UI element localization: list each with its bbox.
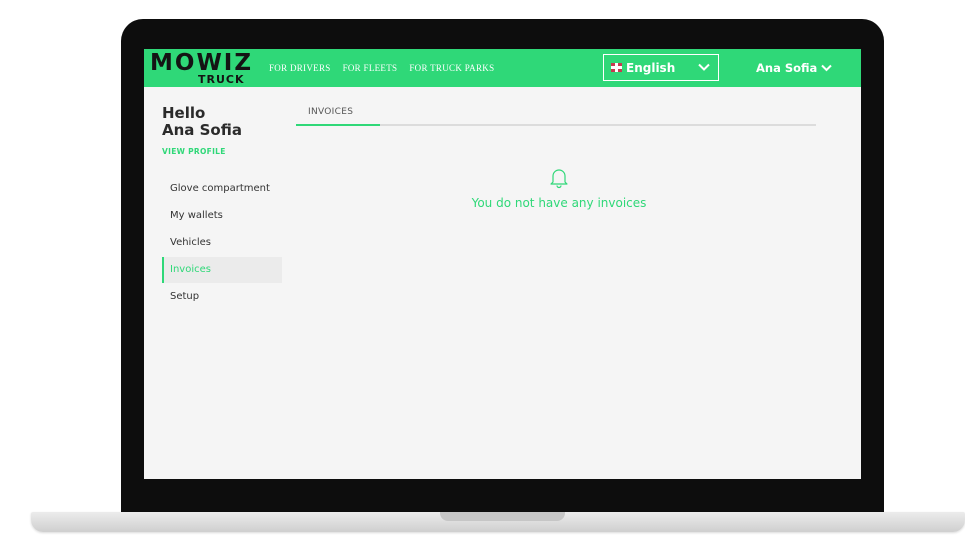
mowiz-logo[interactable]: MOWIZ TRUCK [150,50,254,86]
logo-main-text: MOWIZ [150,50,254,76]
greeting-hello: Hello [162,104,206,122]
sidebar-item-vehicles[interactable]: Vehicles [162,230,282,256]
nav-for-drivers[interactable]: FOR DRIVERS [269,63,331,73]
top-bar: MOWIZ TRUCK FOR DRIVERS FOR FLEETS FOR T… [144,49,861,87]
view-profile-link[interactable]: VIEW PROFILE [162,147,226,156]
nav-for-truck-parks[interactable]: FOR TRUCK PARKS [409,63,494,73]
laptop-notch [440,512,565,521]
language-label: English [626,60,676,75]
empty-message: You do not have any invoices [471,196,647,210]
greeting-user-name: Ana Sofia [162,121,242,139]
user-name: Ana Sofia [756,61,818,75]
user-menu[interactable]: Ana Sofia [756,61,833,75]
nav-for-fleets[interactable]: FOR FLEETS [343,63,398,73]
logo-sub-text: TRUCK [198,73,245,86]
tab-invoices[interactable]: INVOICES [296,107,380,126]
language-selector[interactable]: English [603,54,719,81]
sidebar-item-setup[interactable]: Setup [162,284,282,310]
tab-bar: INVOICES [296,107,816,126]
sidebar-item-invoices[interactable]: Invoices [162,257,282,283]
bell-icon [550,169,568,189]
chevron-down-icon [821,64,833,72]
uk-flag-icon [611,63,622,72]
laptop-screen: MOWIZ TRUCK FOR DRIVERS FOR FLEETS FOR T… [144,49,861,479]
chevron-down-icon [698,63,710,71]
empty-state: You do not have any invoices [394,167,724,210]
sidebar-menu: Glove compartment My wallets Vehicles In… [162,176,282,311]
main-nav: FOR DRIVERS FOR FLEETS FOR TRUCK PARKS [269,63,494,73]
sidebar-item-glove-compartment[interactable]: Glove compartment [162,176,282,202]
sidebar-item-my-wallets[interactable]: My wallets [162,203,282,229]
greeting: Hello Ana Sofia [162,105,242,139]
